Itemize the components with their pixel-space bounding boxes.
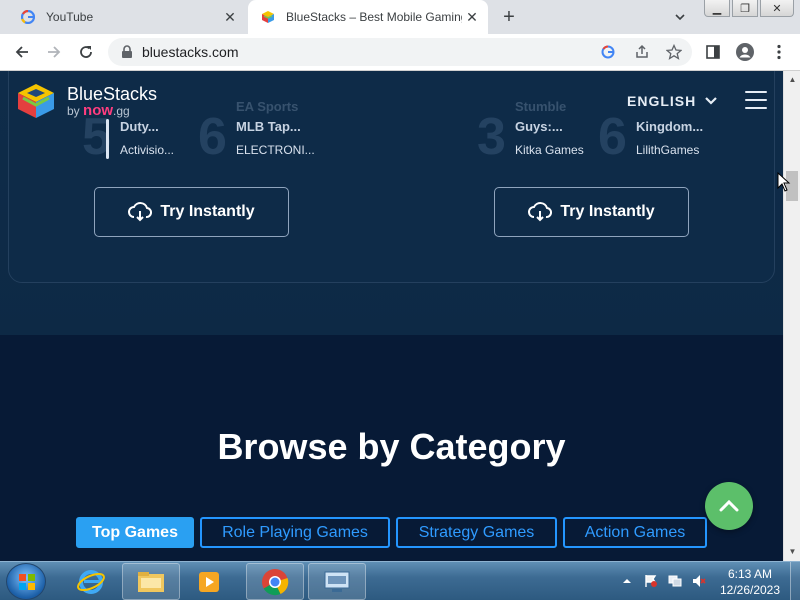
try-instantly-button[interactable]: Try Instantly [94, 187, 289, 237]
url-text: bluestacks.com [142, 44, 239, 60]
network-icon[interactable] [668, 574, 682, 588]
reload-button[interactable] [76, 42, 96, 62]
category-tab-action[interactable]: Action Games [563, 517, 707, 548]
game-developer: Activisio... [120, 143, 175, 157]
clock-time: 6:13 AM [727, 567, 773, 581]
tab-title: BlueStacks – Best Mobile Gaming [286, 10, 462, 24]
site-header: BlueStacks by now.gg ENGLISH [0, 71, 783, 133]
windows-logo-icon [19, 574, 35, 590]
bluestacks-logo-icon[interactable] [15, 81, 57, 121]
start-button[interactable] [6, 563, 46, 600]
scroll-up-arrow-icon[interactable]: ▲ [788, 75, 797, 84]
show-desktop-button[interactable] [790, 562, 800, 600]
page-scrollbar[interactable]: ▲ ▼ [783, 71, 800, 561]
try-instantly-label: Try Instantly [560, 203, 655, 220]
scroll-to-top-button[interactable] [705, 482, 753, 530]
volume-muted-icon[interactable] [692, 574, 706, 588]
game-developer: LilithGames [636, 143, 700, 157]
language-selector[interactable]: ENGLISH [627, 93, 718, 109]
game-developer: ELECTRONI... [236, 143, 315, 157]
language-label: ENGLISH [627, 93, 697, 109]
category-tab-strategy[interactable]: Strategy Games [396, 517, 557, 548]
google-translate-icon[interactable] [600, 44, 616, 60]
chrome-icon[interactable] [246, 563, 304, 600]
lock-icon[interactable] [120, 45, 134, 59]
close-window-button[interactable]: ✕ [760, 0, 794, 17]
tray-expand-icon[interactable] [620, 574, 634, 588]
forward-button[interactable] [44, 42, 64, 62]
logo-now: now [83, 102, 114, 119]
profile-avatar-icon[interactable] [736, 43, 754, 61]
logo-gg: .gg [113, 104, 130, 118]
chevron-down-icon [705, 97, 718, 105]
media-player-icon[interactable] [180, 563, 238, 600]
back-button[interactable] [12, 42, 32, 62]
close-tab-icon[interactable]: ✕ [462, 7, 482, 27]
logo-by: by [67, 104, 80, 118]
browser-tab-bar: YouTube ✕ BlueStacks – Best Mobile Gamin… [0, 0, 800, 34]
side-panel-icon[interactable] [704, 43, 722, 61]
logo-subtitle: by now.gg [67, 102, 130, 119]
new-tab-button[interactable]: + [498, 7, 520, 27]
taskbar-clock[interactable]: 6:13 AM 12/26/2023 [714, 566, 786, 598]
file-explorer-icon[interactable] [122, 563, 180, 600]
cloud-download-icon [528, 202, 553, 222]
windows-taskbar: 6:13 AM 12/26/2023 [0, 561, 800, 600]
scroll-down-arrow-icon[interactable]: ▼ [788, 547, 797, 556]
browse-by-category-heading: Browse by Category [217, 426, 566, 467]
bookmark-star-icon[interactable] [666, 44, 682, 60]
internet-explorer-icon[interactable] [62, 563, 120, 600]
window-controls: ▁ ❐ ✕ [704, 0, 794, 17]
tab-bluestacks[interactable]: BlueStacks – Best Mobile Gaming ✕ [248, 0, 488, 34]
keyboard-icon[interactable] [308, 563, 366, 600]
mouse-cursor-icon [777, 172, 791, 192]
hamburger-menu-icon[interactable] [745, 91, 767, 111]
share-icon[interactable] [634, 44, 650, 60]
address-bar[interactable]: bluestacks.com [108, 38, 692, 66]
close-tab-icon[interactable]: ✕ [220, 7, 240, 27]
tab-title: YouTube [46, 10, 94, 24]
google-g-icon [20, 9, 36, 25]
chevron-down-icon[interactable] [672, 9, 688, 25]
game-developer: Kitka Games [515, 143, 584, 157]
bluestacks-icon [260, 9, 276, 25]
try-instantly-button[interactable]: Try Instantly [494, 187, 689, 237]
more-menu-icon[interactable] [770, 43, 788, 61]
chevron-up-icon [719, 499, 739, 512]
tab-youtube[interactable]: YouTube ✕ [8, 0, 246, 34]
minimize-button[interactable]: ▁ [704, 0, 730, 17]
action-center-icon[interactable] [644, 574, 658, 588]
clock-date: 12/26/2023 [719, 583, 781, 597]
try-instantly-label: Try Instantly [160, 203, 255, 220]
page-viewport: 5 Duty... Activisio... 6 EA Sports MLB T… [0, 71, 783, 561]
category-tab-top-games[interactable]: Top Games [76, 517, 194, 548]
restore-button[interactable]: ❐ [732, 0, 758, 17]
cloud-download-icon [128, 202, 153, 222]
browser-toolbar: bluestacks.com [0, 34, 800, 71]
category-tab-role-playing[interactable]: Role Playing Games [200, 517, 390, 548]
